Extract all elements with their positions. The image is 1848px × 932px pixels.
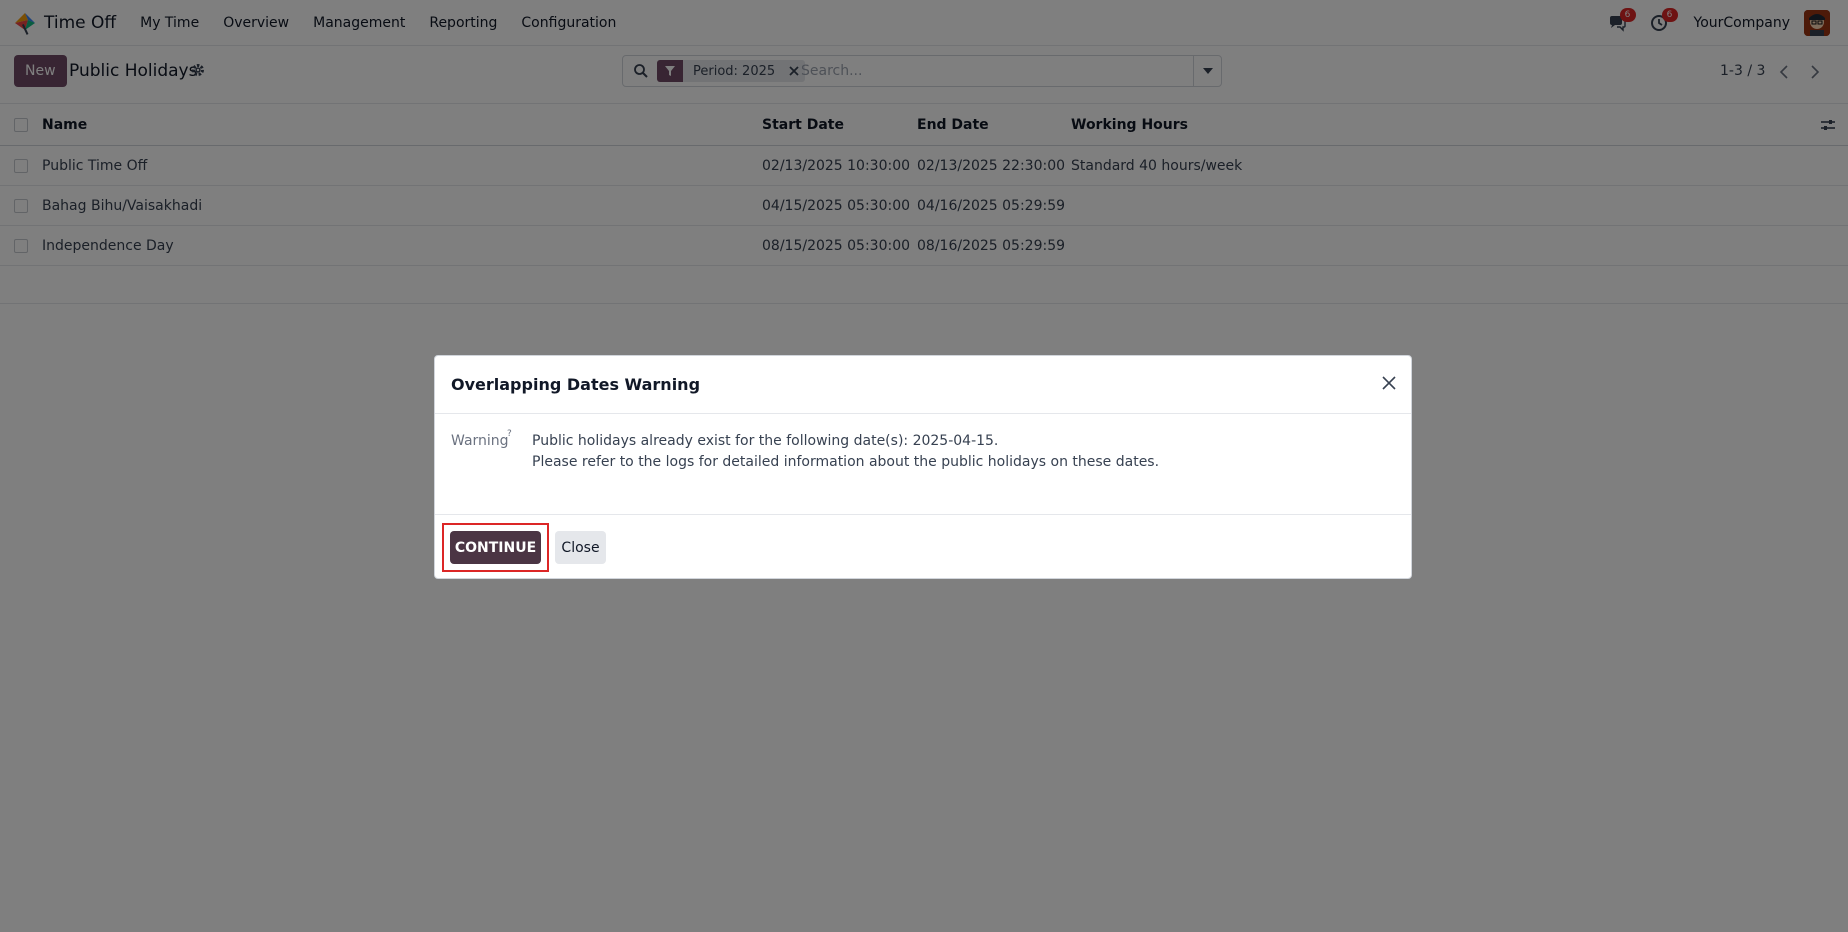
dialog-body: Warning ? Public holidays already exist … (435, 414, 1411, 515)
warning-message-line-2: Please refer to the logs for detailed in… (532, 454, 1160, 470)
warning-message-line-1: Public holidays already exist for the fo… (532, 433, 999, 449)
app-root: Time Off My Time Overview Management Rep… (0, 0, 1848, 932)
warning-field-label: Warning (451, 433, 509, 449)
close-button[interactable]: Close (555, 531, 606, 564)
dialog-footer: CONTINUE Close (435, 515, 1411, 580)
dialog-title: Overlapping Dates Warning (451, 375, 701, 394)
continue-button[interactable]: CONTINUE (450, 531, 541, 564)
close-icon[interactable] (1379, 373, 1399, 393)
overlapping-dates-dialog: Overlapping Dates Warning Warning ? Publ… (434, 355, 1412, 579)
dialog-header: Overlapping Dates Warning (435, 356, 1411, 414)
help-tooltip-marker[interactable]: ? (507, 429, 512, 439)
